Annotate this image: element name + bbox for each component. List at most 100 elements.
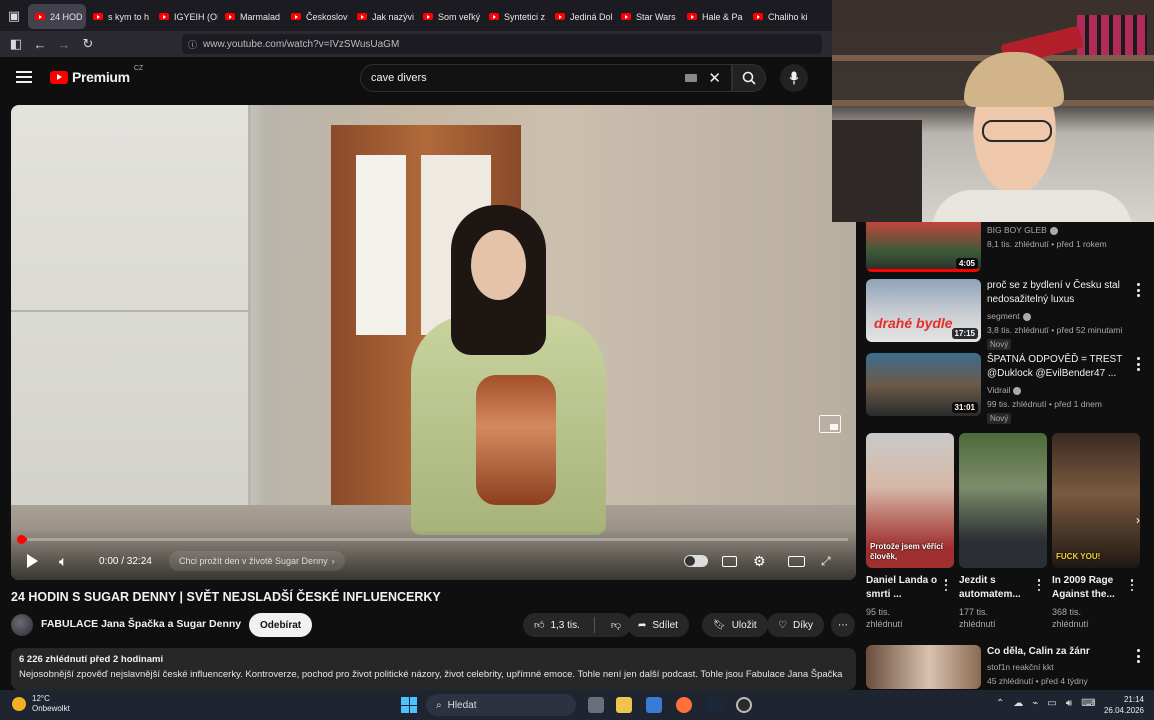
more-vertical-icon[interactable]	[942, 579, 950, 591]
weather-widget[interactable]: 12°C Onbewolkt	[12, 694, 70, 714]
short-title[interactable]: Jezdit s automatem...	[959, 574, 1031, 602]
youtube-premium-logo[interactable]: Premium CZ	[50, 65, 143, 85]
share-button[interactable]: ➦ Sdílet	[627, 613, 689, 637]
browser-tab[interactable]: Syntetici z	[482, 4, 548, 29]
more-actions-button[interactable]: ⋯	[831, 613, 855, 637]
short-title[interactable]: In 2009 Rage Against the...	[1052, 574, 1124, 602]
more-vertical-icon[interactable]	[1132, 649, 1144, 663]
site-info-icon[interactable]: ⓘ	[188, 38, 197, 51]
fullscreen-button[interactable]: ⤢	[821, 551, 831, 571]
browser-tab[interactable]: Českoslov	[284, 4, 350, 29]
tab-overview-icon[interactable]: ▣	[0, 0, 28, 31]
short-item[interactable]: FUCK YOU! In 2009 Rage Against the... 36…	[1052, 433, 1140, 630]
duration-badge: 4:05	[955, 258, 978, 269]
settings-button[interactable]: ⚙	[753, 551, 766, 571]
recommendation-item[interactable]: Co děla, Calin za žánr stof1n reakční kk…	[866, 645, 1154, 689]
short-thumbnail[interactable]: Protože jsem věřící člověk,	[866, 433, 954, 568]
clear-search-icon[interactable]: ✕	[708, 69, 721, 87]
channel-name[interactable]: BIG BOY GLEB	[987, 225, 1058, 235]
scrubber-handle[interactable]	[17, 535, 26, 544]
chevron-right-icon: ›	[331, 556, 335, 566]
search-input[interactable]: cave divers ✕	[360, 64, 732, 92]
browser-tab[interactable]: IGYEIH (OI	[152, 4, 218, 29]
usb-icon[interactable]: ⌁	[1032, 698, 1038, 709]
like-button[interactable]: 👍︎ 1,3 tis. 👎︎	[523, 613, 632, 637]
obs-icon[interactable]	[736, 697, 752, 713]
reload-icon[interactable]: ↻	[76, 31, 100, 57]
save-button[interactable]: 🔖︎ Uložit	[702, 613, 768, 637]
recommendation-item[interactable]: 4:05 BIG BOY GLEB 8,1 tis. zhlédnutí • p…	[866, 222, 1154, 272]
short-views: 368 tis. zhlédnutí	[1052, 607, 1089, 629]
short-thumbnail[interactable]: FUCK YOU!	[1052, 433, 1140, 568]
recommendation-item[interactable]: 31:01 ŠPATNÁ ODPOVĚĎ = TREST @Duklock @E…	[866, 353, 1154, 424]
browser-tab[interactable]: Jediná Dol	[548, 4, 614, 29]
video-thumbnail[interactable]: 4:05	[866, 222, 981, 272]
tab-label: IGYEIH (OI	[174, 11, 218, 22]
browser-tab[interactable]: Marmalad	[218, 4, 284, 29]
cloud-icon[interactable]: ☁	[1013, 698, 1023, 709]
video-title: 24 HODIN S SUGAR DENNY | SVĚT NEJSLADŠÍ …	[11, 590, 441, 604]
browser-tab[interactable]: s kym to h	[86, 4, 152, 29]
video-thumbnail[interactable]: 31:01	[866, 353, 981, 416]
chevron-right-icon[interactable]: ›	[1136, 513, 1140, 527]
video-title[interactable]: ŠPATNÁ ODPOVĚĎ = TREST @Duklock @EvilBen…	[987, 353, 1137, 381]
more-vertical-icon[interactable]	[1132, 357, 1144, 371]
browser-tab[interactable]: Jak nazývi	[350, 4, 416, 29]
search-button[interactable]	[732, 64, 766, 92]
recommendation-item[interactable]: drahé bydle 17:15 proč se z bydlení v Če…	[866, 279, 1154, 350]
back-icon[interactable]: ←	[28, 31, 52, 57]
more-vertical-icon[interactable]	[1128, 579, 1136, 591]
url-bar[interactable]: ⓘ www.youtube.com/watch?v=IVzSWusUaGM	[182, 34, 822, 54]
steam-icon[interactable]	[706, 697, 722, 713]
progress-bar[interactable]	[19, 538, 848, 541]
app-icon[interactable]	[646, 697, 662, 713]
browser-tab[interactable]: Hale & Pa	[680, 4, 746, 29]
video-title[interactable]: proč se z bydlení v Česku stal nedosažit…	[987, 279, 1137, 307]
short-title[interactable]: Daniel Landa o smrti ...	[866, 574, 938, 602]
chevron-up-icon[interactable]: ⌃	[996, 698, 1004, 709]
theater-mode-button[interactable]	[788, 551, 805, 571]
taskbar-search[interactable]: ⌕ Hledat	[426, 694, 576, 716]
short-views: 177 tis. zhlédnutí	[959, 607, 996, 629]
channel-name[interactable]: stof1n reakční kkt	[987, 662, 1054, 672]
chapter-button[interactable]: Chci prožít den v životě Sugar Denny ›	[169, 551, 345, 571]
language-icon[interactable]: ⌨	[1081, 698, 1095, 709]
browser-tab[interactable]: 24 HOD✕	[28, 4, 86, 29]
browser-tab[interactable]: Star Wars	[614, 4, 680, 29]
keyboard-icon[interactable]	[685, 74, 697, 82]
miniplayer-icon[interactable]	[819, 415, 841, 433]
volume-icon[interactable]: 🔈︎	[59, 551, 67, 571]
browser-tab[interactable]: Som veľký	[416, 4, 482, 29]
more-vertical-icon[interactable]	[1035, 579, 1043, 591]
file-explorer-icon[interactable]	[616, 697, 632, 713]
video-player[interactable]: 🔈︎ 0:00 / 32:24 Chci prožít den v životě…	[11, 105, 856, 580]
forward-icon[interactable]: →	[52, 31, 76, 57]
voice-search-button[interactable]	[780, 64, 808, 92]
short-item[interactable]: Protože jsem věřící člověk, Daniel Landa…	[866, 433, 954, 630]
firefox-icon[interactable]	[676, 697, 692, 713]
subtitles-button[interactable]	[722, 551, 737, 571]
browser-tab[interactable]: Chaliho ki	[746, 4, 812, 29]
short-item[interactable]: Jezdit s automatem... 177 tis. zhlédnutí	[959, 433, 1047, 630]
system-clock[interactable]: 21:14 26.04.2026	[1100, 694, 1144, 716]
description-box[interactable]: 6 226 zhlédnutí před 2 hodinami Nejosobn…	[11, 648, 856, 690]
channel-name[interactable]: FABULACE Jana Špačka a Sugar Denny	[41, 618, 241, 630]
short-thumbnail[interactable]	[959, 433, 1047, 568]
task-view-icon[interactable]	[588, 697, 604, 713]
speaker-icon[interactable]: 🔊︎	[1066, 698, 1072, 709]
network-icon[interactable]: ▭	[1047, 698, 1056, 709]
autoplay-toggle[interactable]	[684, 551, 708, 571]
windows-start-icon[interactable]	[401, 697, 417, 713]
channel-avatar[interactable]	[11, 614, 33, 636]
video-title[interactable]: Co děla, Calin za žánr	[987, 645, 1137, 659]
video-thumbnail[interactable]: drahé bydle 17:15	[866, 279, 981, 342]
video-thumbnail[interactable]	[866, 645, 981, 689]
channel-name[interactable]: Vidrail	[987, 385, 1022, 395]
more-vertical-icon[interactable]	[1132, 283, 1144, 297]
subscribe-button[interactable]: Odebírat	[249, 613, 313, 637]
thanks-button[interactable]: ♡ Díky	[767, 613, 824, 637]
menu-icon[interactable]	[16, 71, 32, 83]
channel-name[interactable]: segment	[987, 311, 1031, 321]
play-button[interactable]	[27, 551, 38, 571]
sidebar-toggle-icon[interactable]: ◧	[4, 31, 28, 57]
